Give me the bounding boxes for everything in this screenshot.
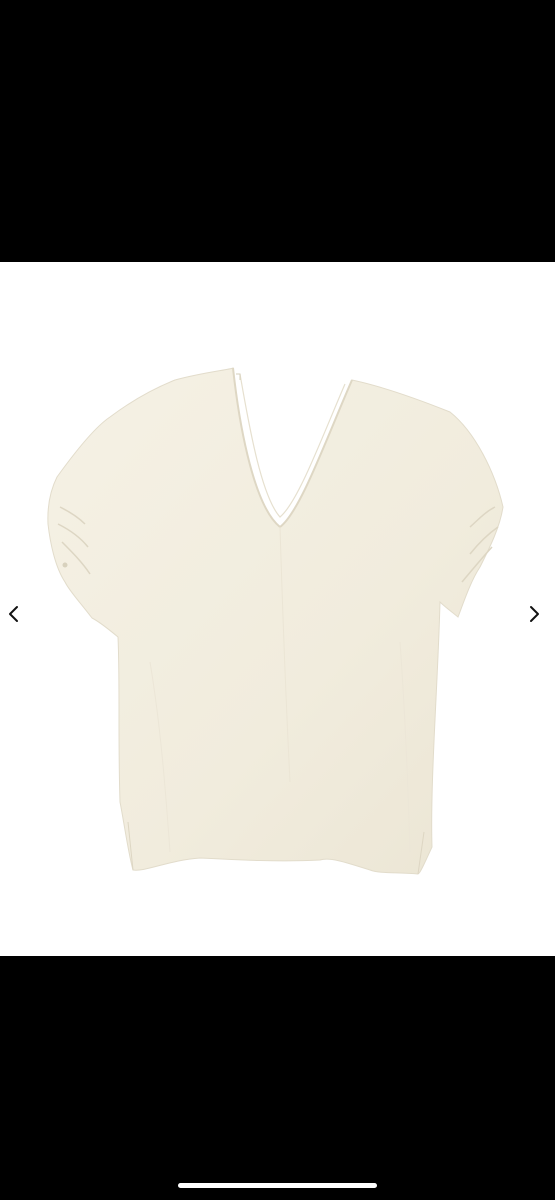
shirt-body xyxy=(47,367,504,875)
image-frame[interactable] xyxy=(0,262,555,956)
previous-image-button[interactable] xyxy=(0,598,28,630)
chevron-left-icon xyxy=(9,606,18,622)
top-letterbox xyxy=(0,0,555,262)
next-image-button[interactable] xyxy=(520,598,548,630)
product-image xyxy=(47,367,504,875)
chevron-right-icon xyxy=(530,606,539,622)
home-indicator[interactable] xyxy=(178,1183,377,1188)
bottom-letterbox xyxy=(0,956,555,1200)
image-viewer xyxy=(0,0,555,1200)
